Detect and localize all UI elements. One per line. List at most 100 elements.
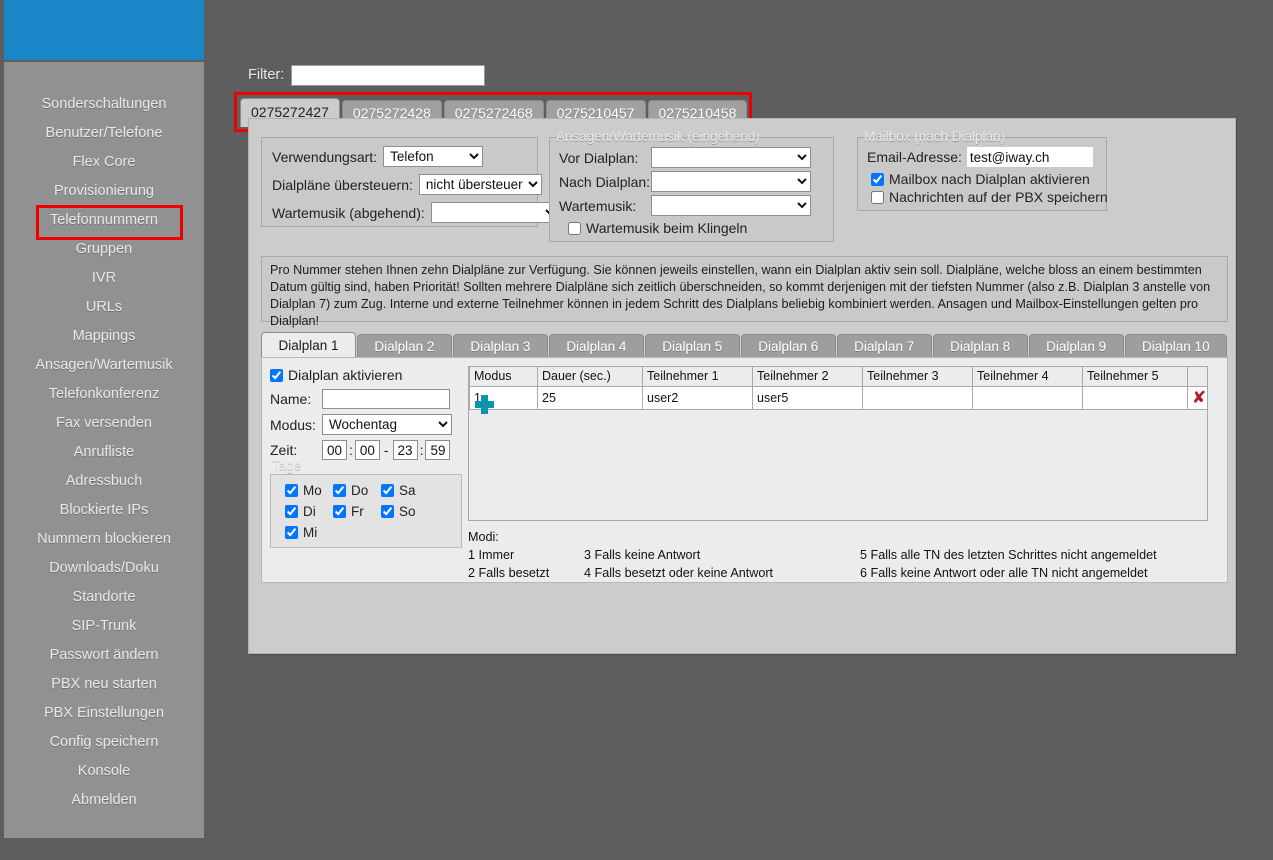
sidebar-item-adressbuch[interactable]: Adressbuch (4, 467, 204, 496)
sidebar-item-mappings[interactable]: Mappings (4, 322, 204, 351)
vor-dialplan-select[interactable] (651, 147, 811, 168)
vor-dialplan-label: Vor Dialplan: (559, 149, 639, 166)
delete-row-icon[interactable]: ✘ (1192, 388, 1206, 408)
mailbox-legend: Mailbox (nach Dialplan) (864, 129, 1006, 144)
announcements-group: Ansagen/Wartemusik (eingehend) Vor Dialp… (549, 129, 834, 242)
table-row[interactable]: 1 25 user2 user5 ✘ (469, 385, 1207, 410)
sidebar-item-fax-versenden[interactable]: Fax versenden (4, 409, 204, 438)
day-sa-checkbox[interactable] (381, 484, 394, 497)
sidebar-item-flex-core[interactable]: Flex Core (4, 148, 204, 177)
sidebar-item-benutzer-telefone[interactable]: Benutzer/Telefone (4, 119, 204, 148)
tab-dialplan-1[interactable]: Dialplan 1 (261, 332, 356, 358)
sidebar-item-pbx-neu-starten[interactable]: PBX neu starten (4, 670, 204, 699)
verwendungsart-label: Verwendungsart: (272, 148, 378, 165)
cell-dauer[interactable]: 25 (537, 385, 643, 410)
day-do-checkbox[interactable] (333, 484, 346, 497)
tab-dialplan-6[interactable]: Dialplan 6 (740, 334, 836, 358)
sidebar-item-pbx-einstellungen[interactable]: PBX Einstellungen (4, 699, 204, 728)
wartemusik-select[interactable] (651, 195, 811, 216)
col-teilnehmer-5: Teilnehmer 5 (1082, 367, 1188, 387)
dialplan-name-input[interactable] (322, 389, 450, 409)
zeit-to-hour-input[interactable] (392, 440, 418, 460)
cell-teilnehmer-2[interactable]: user5 (752, 385, 863, 410)
wartemusik-label: Wartemusik: (559, 197, 637, 214)
day-di-checkbox[interactable] (285, 505, 298, 518)
dialplan-activate-row: Dialplan aktivieren (270, 366, 462, 384)
usage-settings-group: Verwendungsart: Telefon Dialpläne überst… (261, 137, 559, 227)
tab-dialplan-9[interactable]: Dialplan 9 (1028, 334, 1124, 358)
day-mo-checkbox[interactable] (285, 484, 298, 497)
nachrichten-pbx-speichern-label: Nachrichten auf der PBX speichern (889, 189, 1108, 205)
tab-dialplan-3[interactable]: Dialplan 3 (452, 334, 548, 358)
dialplan-modus-select[interactable]: Wochentag (322, 414, 452, 435)
announcements-legend: Ansagen/Wartemusik (eingehend) (556, 129, 760, 144)
sidebar-item-provisionierung[interactable]: Provisionierung (4, 177, 204, 206)
sidebar-item-konsole[interactable]: Konsole (4, 757, 204, 786)
dialplan-aktivieren-checkbox[interactable] (270, 368, 283, 382)
tab-dialplan-8[interactable]: Dialplan 8 (932, 334, 1028, 358)
day-do-label: Do (351, 483, 369, 498)
tab-dialplan-7[interactable]: Dialplan 7 (836, 334, 932, 358)
day-mi-label: Mi (303, 525, 318, 540)
sidebar-item-ivr[interactable]: IVR (4, 264, 204, 293)
wartemusik-klingeln-checkbox[interactable] (568, 221, 581, 235)
tab-dialplan-10[interactable]: Dialplan 10 (1124, 334, 1228, 358)
nach-dialplan-select[interactable] (651, 171, 811, 192)
wartemusik-klingeln-label: Wartemusik beim Klingeln (586, 220, 748, 236)
zeit-colon-2: : (419, 442, 424, 458)
filter-input[interactable] (291, 65, 485, 86)
modi-entry-5-text: Falls alle TN des letzten Schrittes nich… (870, 548, 1157, 562)
wartemusik-abgehend-select[interactable] (430, 202, 559, 223)
sidebar-item-downloads-doku[interactable]: Downloads/Doku (4, 554, 204, 583)
cell-teilnehmer-5[interactable] (1082, 385, 1188, 410)
dialplan-settings-form: Dialplan aktivieren Name: Modus: Wochent… (270, 366, 462, 548)
sidebar-item-gruppen[interactable]: Gruppen (4, 235, 204, 264)
day-mi-checkbox[interactable] (285, 526, 298, 539)
mailbox-aktivieren-checkbox[interactable] (871, 172, 884, 186)
dialplan-panel: Dialplan aktivieren Name: Modus: Wochent… (261, 357, 1228, 583)
day-so-checkbox[interactable] (381, 505, 394, 518)
sidebar-item-abmelden[interactable]: Abmelden (4, 786, 204, 815)
sidebar-item-blockierte-ips[interactable]: Blockierte IPs (4, 496, 204, 525)
add-row-plus-icon[interactable] (475, 395, 494, 414)
cell-teilnehmer-4[interactable] (972, 385, 1083, 410)
col-delete (1187, 367, 1207, 387)
modi-entry-1-text: Immer (478, 548, 515, 562)
zeit-from-hour-input[interactable] (322, 440, 347, 460)
day-di-label: Di (303, 504, 316, 519)
tab-dialplan-2[interactable]: Dialplan 2 (356, 334, 452, 358)
cell-teilnehmer-1[interactable]: user2 (642, 385, 753, 410)
tage-group: Tage Mo Do Sa Di Fr So Mi (270, 458, 462, 548)
sidebar-item-sonderschaltungen[interactable]: Sonderschaltungen (4, 90, 204, 119)
dialplan-name-row: Name: (270, 389, 462, 409)
tab-dialplan-4[interactable]: Dialplan 4 (548, 334, 644, 358)
email-adresse-input[interactable] (966, 147, 1093, 167)
cell-teilnehmer-3[interactable] (862, 385, 973, 410)
dialplaene-uebersteuern-select[interactable]: nicht übersteuern (418, 174, 542, 195)
tab-dialplan-5[interactable]: Dialplan 5 (644, 334, 740, 358)
verwendungsart-select[interactable]: Telefon (383, 146, 484, 167)
plus-icon-vertical-bar (481, 395, 488, 414)
sidebar-item-telefonnummern[interactable]: Telefonnummern (4, 205, 204, 240)
sidebar-item-ansagen-wartemusik[interactable]: Ansagen/Wartemusik (4, 351, 204, 380)
sidebar-item-passwort-aendern[interactable]: Passwort ändern (4, 641, 204, 670)
sidebar-item-nummern-blockieren[interactable]: Nummern blockieren (4, 525, 204, 554)
zeit-from-minute-input[interactable] (354, 440, 380, 460)
modi-entry-3: 3 Falls keine Antwort (584, 546, 860, 564)
sidebar-item-anrufliste[interactable]: Anrufliste (4, 438, 204, 467)
sidebar-item-standorte[interactable]: Standorte (4, 583, 204, 612)
sidebar-item-urls[interactable]: URLs (4, 293, 204, 322)
zeit-to-minute-input[interactable] (425, 440, 451, 460)
day-mo: Mo (285, 483, 333, 498)
filter-row: Filter: (248, 65, 848, 87)
sidebar-item-sip-trunk[interactable]: SIP-Trunk (4, 612, 204, 641)
modi-entry-3-text: Falls keine Antwort (594, 548, 701, 562)
modi-entry-6-num: 6 (860, 566, 868, 580)
sidebar-item-telefonkonferenz[interactable]: Telefonkonferenz (4, 380, 204, 409)
day-fr-checkbox[interactable] (333, 505, 346, 518)
sidebar-item-config-speichern[interactable]: Config speichern (4, 728, 204, 757)
delete-row-cell[interactable]: ✘ (1187, 385, 1207, 410)
day-fr-label: Fr (351, 504, 364, 519)
nachrichten-pbx-speichern-checkbox[interactable] (871, 190, 884, 204)
table-body: 1 25 user2 user5 ✘ (469, 385, 1207, 410)
